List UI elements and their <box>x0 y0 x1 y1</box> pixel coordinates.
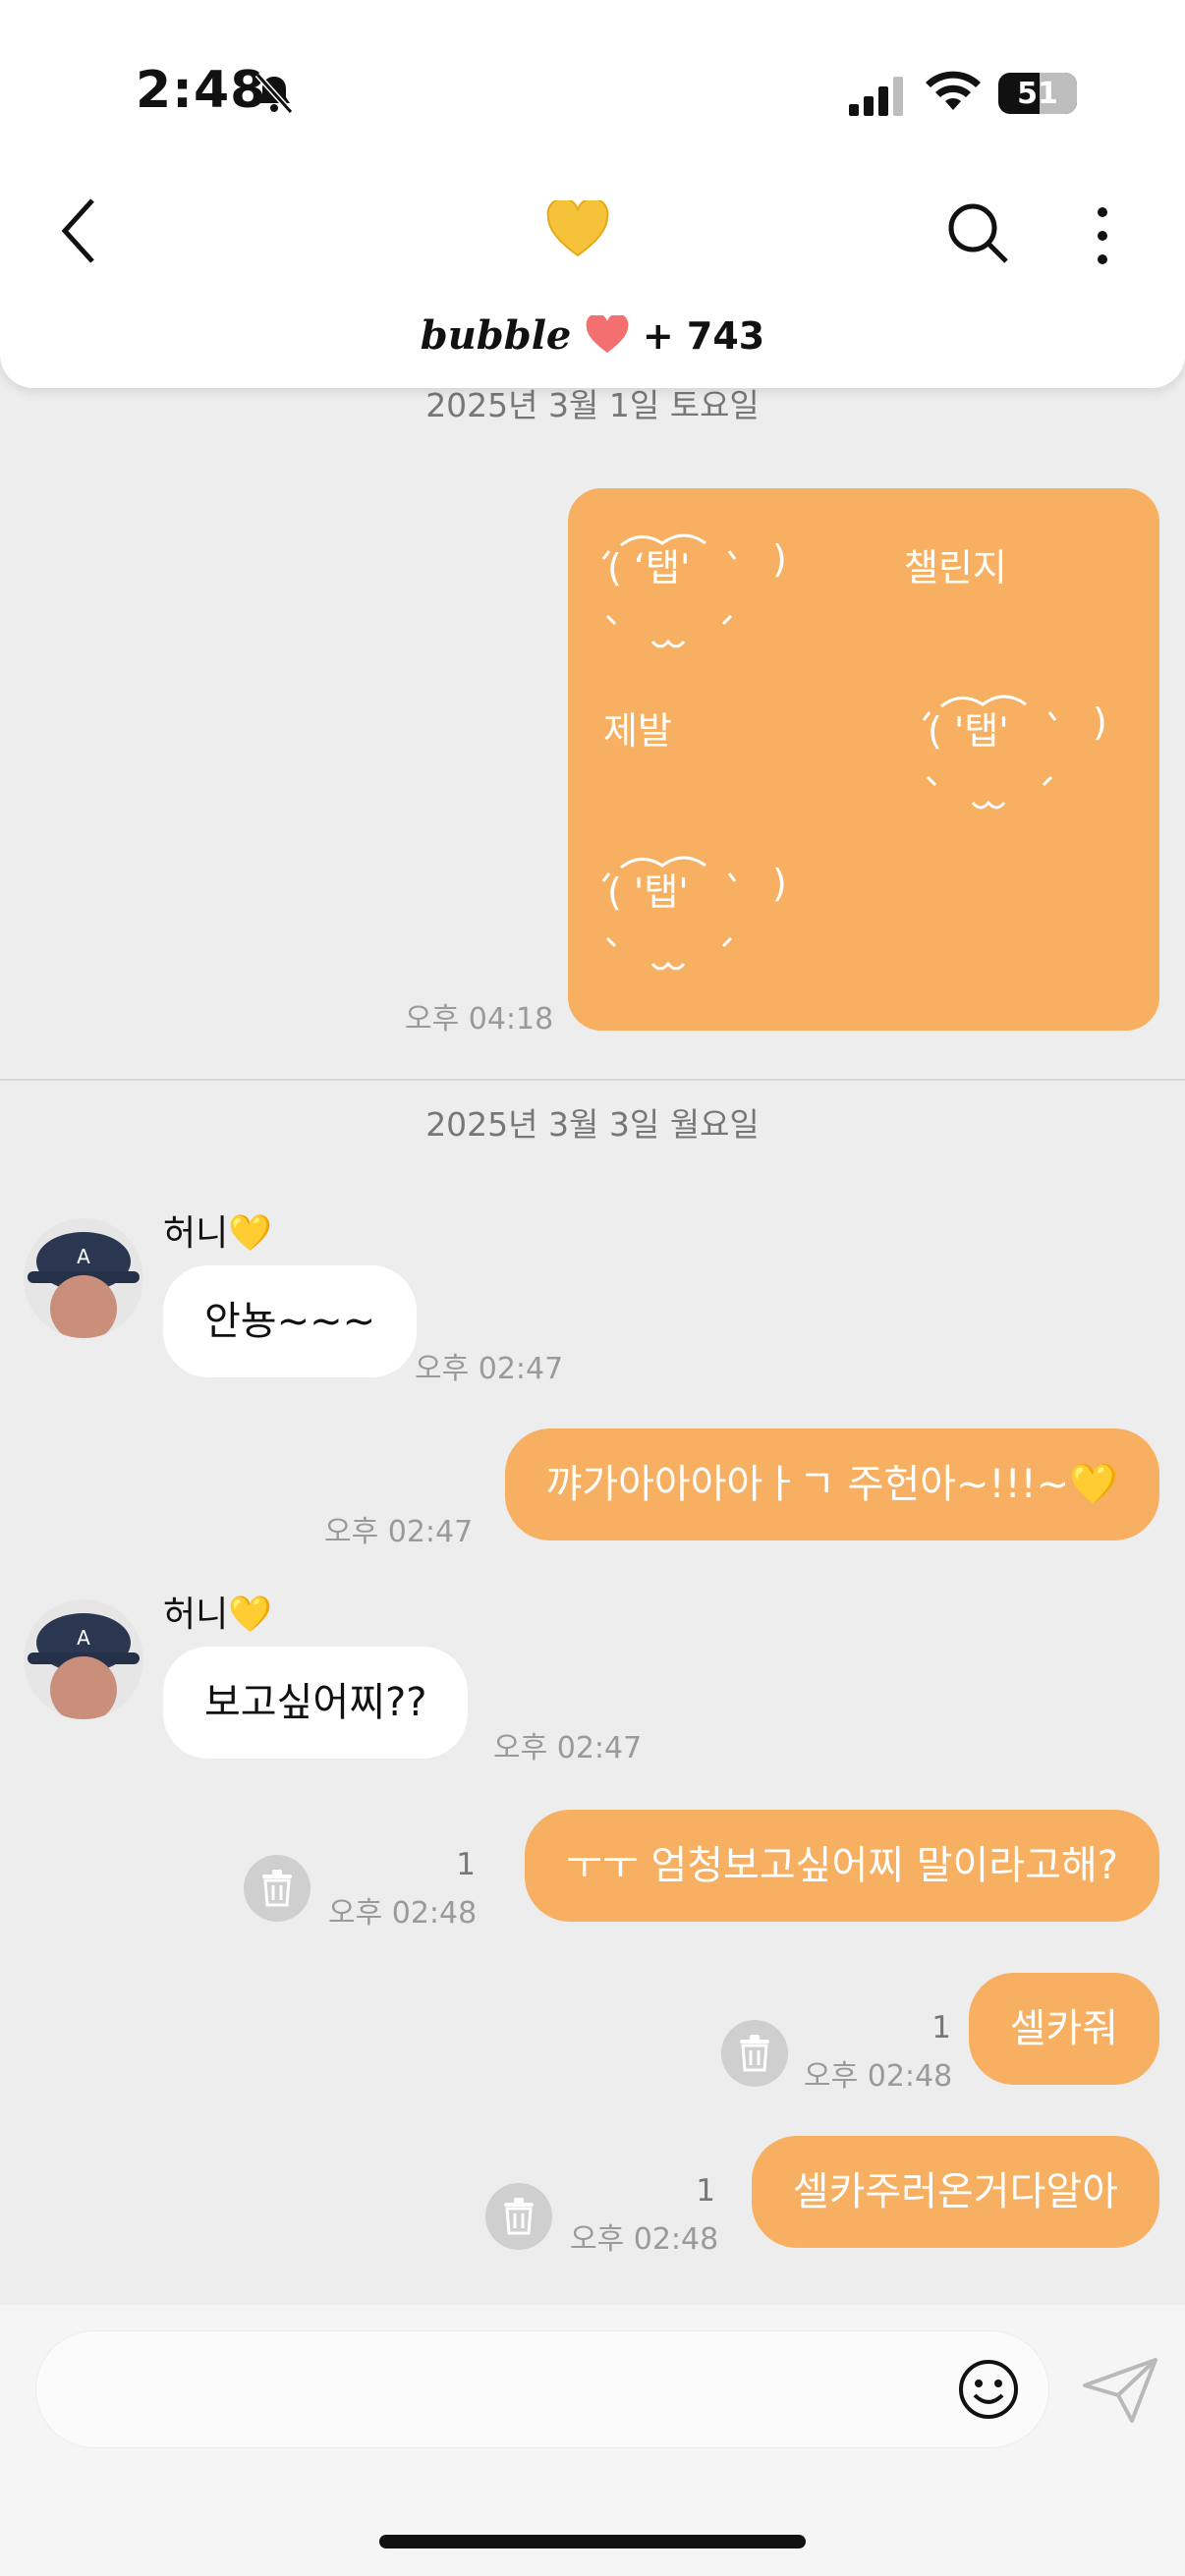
sticker-line-5: ( '탭' <box>928 709 1009 753</box>
svg-text:A: A <box>77 1626 90 1650</box>
avatar[interactable]: A <box>24 1599 143 1719</box>
battery-level: 51 <box>1017 76 1058 111</box>
bubble-logo: bubble <box>420 312 572 359</box>
unread-count: 1 <box>696 2173 715 2209</box>
message-time: 오후 02:48 <box>570 2222 719 2257</box>
message-time: 오후 02:48 <box>328 1896 478 1931</box>
sticker-line-1: ( ‘탭' <box>607 546 691 589</box>
home-indicator <box>379 2535 806 2548</box>
avatar[interactable]: A <box>24 1218 143 1338</box>
unread-count: 1 <box>456 1847 476 1882</box>
chat-header: 2:48 51 bubble + 743 <box>0 0 1185 388</box>
sticker-message[interactable]: ( ‘탭' ) 챌린지 제발 ( '탭' ) ( '탭' ) <box>568 488 1159 1031</box>
send-icon[interactable] <box>1081 2356 1159 2429</box>
status-time: 2:48 <box>136 61 267 120</box>
emoji-icon[interactable] <box>957 2358 1020 2425</box>
message-time: 오후 02:48 <box>804 2059 953 2094</box>
sticker-line-4: 제발 <box>603 709 672 753</box>
message-bubble-outgoing[interactable]: 셀카주러온거다알아 <box>751 2136 1159 2248</box>
delete-icon[interactable] <box>485 2183 552 2250</box>
svg-text:A: A <box>77 1245 90 1268</box>
delete-icon[interactable] <box>244 1855 310 1922</box>
message-time: 오후 04:18 <box>405 1002 554 1036</box>
message-bubble-outgoing[interactable]: ㅜㅜ 엄청보고싶어찌 말이라고해? <box>525 1810 1159 1922</box>
sender-name: 허니💛 <box>163 1213 273 1254</box>
battery-icon: 51 <box>998 73 1077 114</box>
message-bubble-outgoing[interactable]: 꺄가아아아아ㅏㄱ 주헌아~!!!~💛 <box>504 1428 1159 1540</box>
search-icon[interactable] <box>947 202 1010 269</box>
wifi-icon <box>924 71 983 120</box>
pink-heart-icon <box>585 313 630 358</box>
title-heart-icon <box>546 197 609 261</box>
more-options-icon[interactable] <box>1093 206 1112 269</box>
sticker-line-6: ) <box>1093 700 1107 744</box>
message-time: 오후 02:47 <box>324 1515 474 1549</box>
message-time: 오후 02:47 <box>493 1731 643 1765</box>
sticker-line-8: ) <box>772 862 787 905</box>
sticker-line-3: 챌린지 <box>904 546 1007 589</box>
signal-icon <box>849 77 906 120</box>
date-divider-2: 2025년 3월 3일 월요일 <box>425 1105 760 1144</box>
divider <box>0 1079 1185 1081</box>
silent-bell-icon <box>252 71 297 120</box>
message-input[interactable] <box>35 2330 1049 2448</box>
message-bubble-outgoing[interactable]: 셀카줘 <box>968 1973 1159 2085</box>
message-time: 오후 02:47 <box>415 1352 564 1386</box>
message-bubble-incoming[interactable]: 안뇽~~~ <box>163 1265 418 1377</box>
message-bubble-incoming[interactable]: 보고싶어찌?? <box>163 1647 469 1759</box>
unread-count: 1 <box>931 2010 951 2045</box>
sender-name: 허니💛 <box>163 1595 273 1635</box>
follower-count: + 743 <box>642 314 765 358</box>
sticker-line-2: ) <box>772 537 787 581</box>
sticker-line-7: ( '탭' <box>607 870 689 914</box>
back-icon[interactable] <box>59 196 98 269</box>
bubble-followers[interactable]: bubble + 743 <box>0 312 1185 359</box>
delete-icon[interactable] <box>721 2020 788 2087</box>
